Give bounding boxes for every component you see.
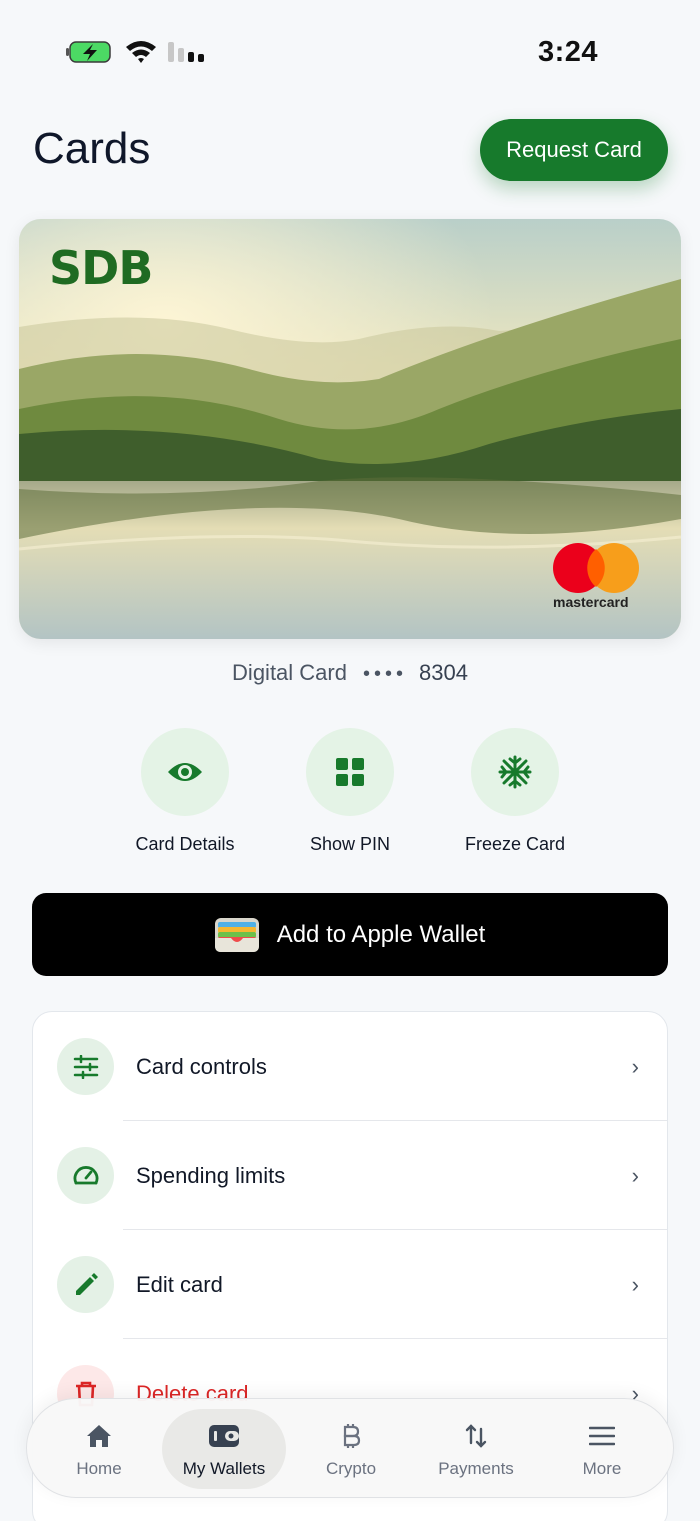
status-bar: 3:24 <box>0 0 700 100</box>
pencil-icon <box>75 1272 98 1295</box>
sliders-icon <box>73 1054 98 1079</box>
add-to-apple-wallet-label: Add to Apple Wallet <box>276 920 486 948</box>
page-title: Cards <box>33 124 151 173</box>
tab-crypto[interactable]: Crypto <box>289 1409 413 1489</box>
card-details-label: Card Details <box>135 834 235 854</box>
spending-limits-label: Spending limits <box>136 1162 286 1188</box>
bank-logo: SDB <box>49 241 153 295</box>
tab-my-wallets-label: My Wallets <box>182 1459 266 1478</box>
gauge-icon <box>73 1165 98 1184</box>
card-controls-icon-circle <box>57 1038 114 1095</box>
edit-card-row[interactable]: Edit card › <box>33 1230 667 1339</box>
freeze-card-label: Freeze Card <box>464 834 566 854</box>
payment-card[interactable]: SDB mastercard <box>19 219 681 639</box>
mastercard-logo-icon <box>553 543 639 593</box>
status-time: 3:24 <box>537 36 598 68</box>
show-pin-circle[interactable] <box>306 728 394 816</box>
snowflake-icon <box>498 755 532 789</box>
card-details-circle[interactable] <box>141 728 229 816</box>
request-card-button[interactable]: Request Card <box>480 119 668 181</box>
tab-more-label: More <box>582 1459 622 1478</box>
battery-charging-icon <box>66 41 111 63</box>
chevron-right-icon: › <box>631 1162 639 1188</box>
grid-icon <box>336 758 364 786</box>
tab-home[interactable]: Home <box>37 1409 161 1489</box>
spending-limits-icon-circle <box>57 1147 114 1204</box>
freeze-card-button[interactable]: Freeze Card <box>445 728 585 855</box>
show-pin-button[interactable]: Show PIN <box>280 728 420 855</box>
tab-payments[interactable]: Payments <box>414 1409 538 1489</box>
add-to-apple-wallet-button[interactable]: Add to Apple Wallet <box>32 893 668 976</box>
spending-limits-row[interactable]: Spending limits › <box>33 1121 667 1230</box>
wifi-icon <box>126 41 156 63</box>
tab-my-wallets[interactable]: My Wallets <box>162 1409 286 1489</box>
chevron-right-icon: › <box>631 1053 639 1079</box>
eye-icon <box>168 763 202 781</box>
card-network-label: mastercard <box>553 594 629 610</box>
card-label: Digital Card •••• 8304 <box>0 660 700 686</box>
card-controls-label: Card controls <box>136 1053 267 1079</box>
card-type-label: Digital Card <box>232 660 347 685</box>
card-mask: •••• <box>362 663 407 685</box>
tab-payments-label: Payments <box>438 1459 514 1478</box>
edit-card-icon-circle <box>57 1256 114 1313</box>
wallet-icon <box>209 1425 239 1447</box>
menu-icon <box>589 1426 615 1446</box>
card-last4: 8304 <box>419 660 468 685</box>
home-icon <box>87 1425 111 1447</box>
cellular-signal-icon <box>168 42 204 62</box>
show-pin-label: Show PIN <box>309 834 391 854</box>
bitcoin-icon <box>343 1424 361 1448</box>
freeze-card-circle[interactable] <box>471 728 559 816</box>
card-controls-row[interactable]: Card controls › <box>33 1012 667 1121</box>
tab-more[interactable]: More <box>540 1409 664 1489</box>
tab-home-label: Home <box>76 1459 122 1478</box>
chevron-right-icon: › <box>631 1271 639 1297</box>
transfer-icon <box>465 1424 487 1448</box>
edit-card-label: Edit card <box>136 1271 223 1297</box>
card-details-button[interactable]: Card Details <box>115 728 255 855</box>
apple-wallet-icon <box>214 917 259 952</box>
bottom-tab-bar: Home My Wallets Crypto Payments More <box>26 1398 674 1498</box>
tab-crypto-label: Crypto <box>325 1459 377 1478</box>
